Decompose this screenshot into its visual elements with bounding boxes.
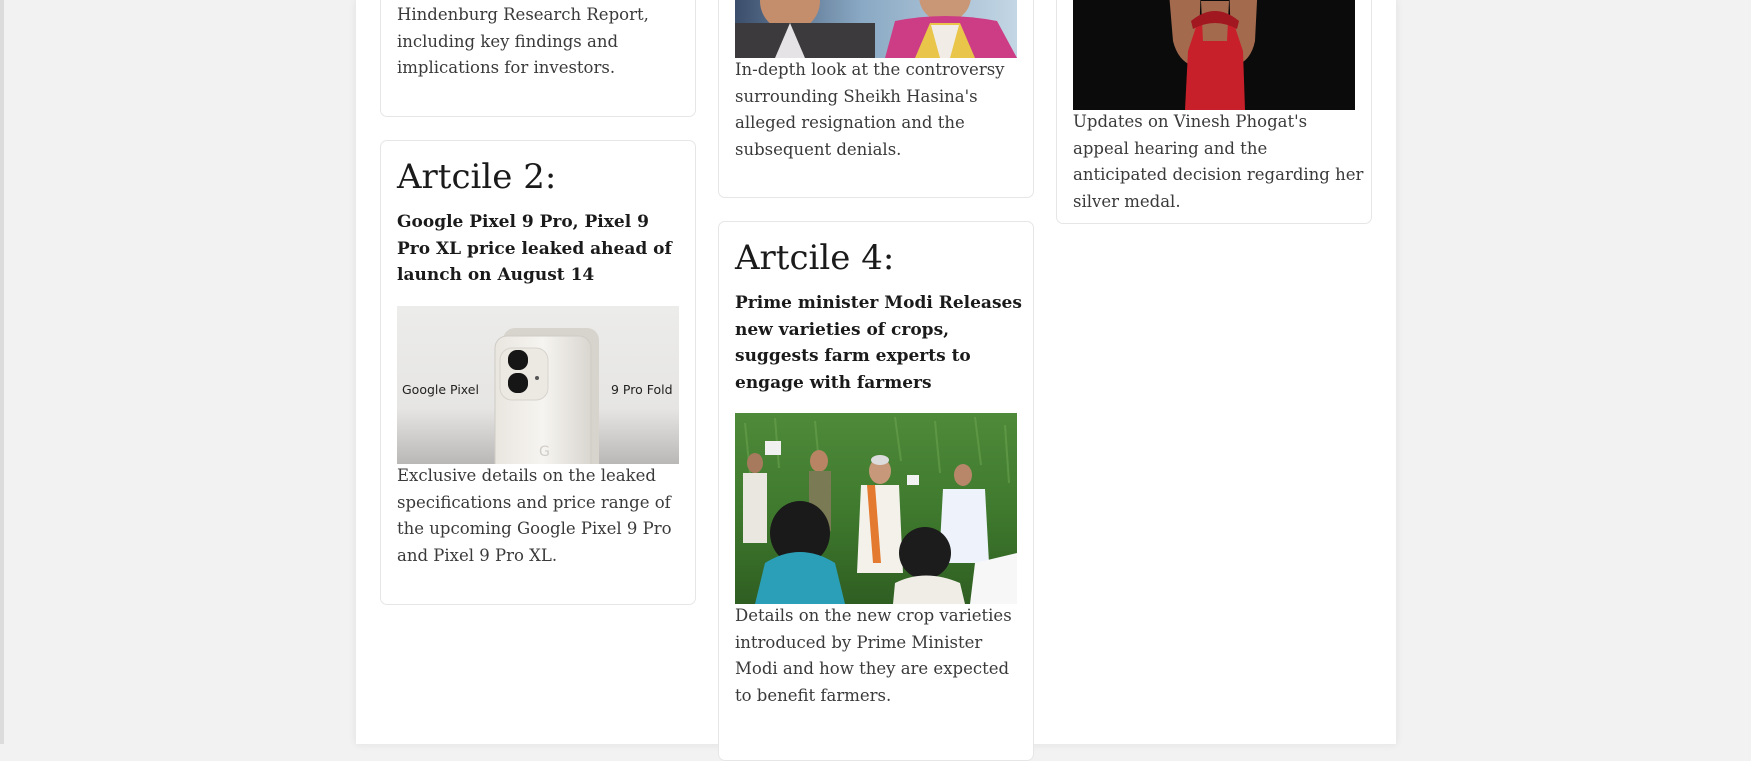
article-card-5[interactable]: Updates on Vinesh Phogat's appeal hearin… xyxy=(1056,0,1372,224)
article-3-image[interactable] xyxy=(735,0,1017,58)
article-4-headline[interactable]: Prime minister Modi Releases new varieti… xyxy=(735,290,1023,396)
article-2-image[interactable]: G Google Pixel 9 Pro Fold xyxy=(397,306,679,464)
article-card-2[interactable]: Artcile 2: Google Pixel 9 Pro, Pixel 9 P… xyxy=(380,140,696,605)
article-2-heading: Artcile 2: xyxy=(397,157,557,197)
article-3-summary: In-depth look at the controversy surroun… xyxy=(735,60,1005,159)
article-5-summary: Updates on Vinesh Phogat's appeal hearin… xyxy=(1073,112,1364,211)
article-card-3[interactable]: In-depth look at the controversy surroun… xyxy=(718,0,1034,198)
article-5-image[interactable] xyxy=(1073,0,1355,110)
article-card-4[interactable]: Artcile 4: Prime minister Modi Releases … xyxy=(718,221,1034,761)
sheikh-hasina-image xyxy=(735,0,1017,58)
article-2-headline[interactable]: Google Pixel 9 Pro, Pixel 9 Pro XL price… xyxy=(397,209,685,289)
article-card-1[interactable]: Hindenburg Research Report, including ke… xyxy=(380,0,696,117)
pixel-phone-image: G Google Pixel 9 Pro Fold xyxy=(397,306,679,464)
article-4-heading: Artcile 4: xyxy=(735,238,895,278)
article-2-summary: Exclusive details on the leaked specific… xyxy=(397,466,672,565)
vinesh-phogat-image xyxy=(1073,0,1355,110)
google-pixel-image-label: Google Pixel xyxy=(402,382,479,397)
modi-crops-image xyxy=(735,413,1017,604)
article-4-summary: Details on the new crop varieties introd… xyxy=(735,606,1012,705)
article-1-summary: Hindenburg Research Report, including ke… xyxy=(397,5,649,77)
articles-page: Hindenburg Research Report, including ke… xyxy=(356,0,1396,761)
pro-fold-image-label: 9 Pro Fold xyxy=(611,382,673,397)
svg-text:G: G xyxy=(539,444,550,460)
window-left-edge xyxy=(0,0,4,744)
article-4-image[interactable] xyxy=(735,413,1017,604)
